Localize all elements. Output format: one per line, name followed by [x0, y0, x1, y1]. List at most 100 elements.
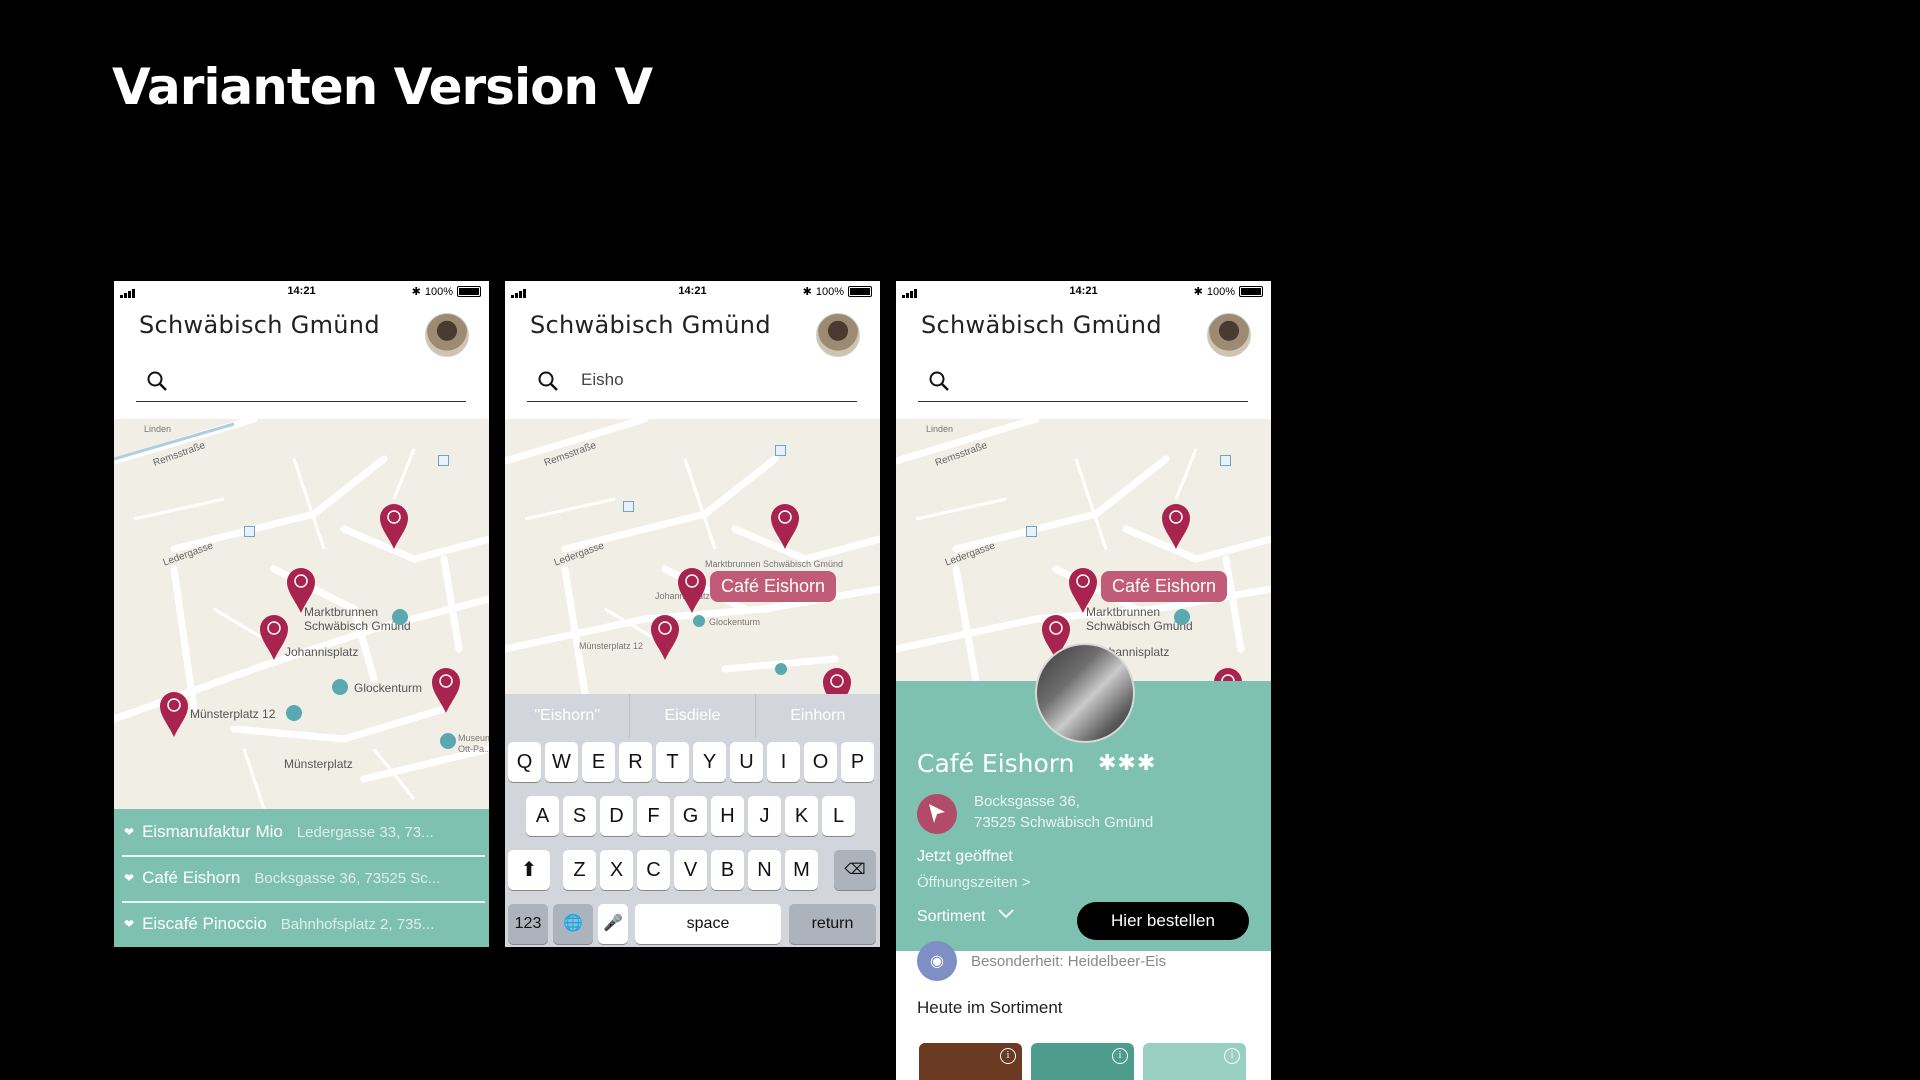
place-label: Glockenturm	[354, 681, 423, 695]
ice-cream-icon: ◉	[917, 941, 957, 981]
key[interactable]: V	[674, 850, 707, 890]
map-pin-icon[interactable]	[378, 502, 410, 550]
suggestion[interactable]: Eisdiele	[629, 694, 754, 738]
search-input[interactable]	[579, 369, 843, 391]
map-pin-icon[interactable]	[649, 613, 681, 661]
backspace-key[interactable]: ⌫	[834, 850, 876, 890]
fountain-icon	[392, 609, 408, 625]
map-pin-icon[interactable]	[769, 502, 801, 550]
key[interactable]: T	[656, 742, 689, 782]
map-view[interactable]: Remsstraße Ledergasse Marktbrunnen Schwä…	[505, 419, 880, 694]
avatar[interactable]	[425, 313, 469, 357]
globe-key[interactable]: 🌐	[553, 904, 593, 944]
search-icon	[538, 371, 558, 391]
key[interactable]: F	[637, 796, 670, 836]
key[interactable]: H	[711, 796, 744, 836]
key[interactable]: R	[619, 742, 652, 782]
key[interactable]: A	[526, 796, 559, 836]
key[interactable]: X	[600, 850, 633, 890]
place-callout[interactable]: Café Eishorn	[1101, 571, 1228, 602]
map-pin-icon[interactable]	[285, 566, 317, 614]
key[interactable]: M	[785, 850, 818, 890]
avatar[interactable]	[1207, 313, 1251, 357]
list-item[interactable]: ❤ Eismanufaktur Mio Ledergasse 33, 73...	[114, 809, 489, 855]
search-bar[interactable]	[527, 361, 857, 402]
numbers-key[interactable]: 123	[508, 904, 548, 944]
place-callout[interactable]: Café Eishorn	[710, 571, 837, 602]
key[interactable]: B	[711, 850, 744, 890]
order-button[interactable]: Hier bestellen	[1077, 902, 1249, 940]
map-view[interactable]: Remsstraße Ledergasse Linden Marktbrunne…	[896, 419, 1271, 681]
key[interactable]: I	[767, 742, 800, 782]
place-label: Marktbrunnen Schwäbisch Gmünd	[705, 559, 844, 569]
address-line: 73525 Schwäbisch Gmünd	[974, 814, 1154, 831]
key[interactable]: S	[563, 796, 596, 836]
search-icon	[929, 371, 949, 391]
info-icon[interactable]: i	[1112, 1048, 1128, 1064]
key[interactable]: W	[545, 742, 578, 782]
product-tile[interactable]: i	[1143, 1043, 1246, 1080]
result-address: Ledergasse 33, 73...	[296, 823, 434, 841]
suggestion[interactable]: Einhorn	[754, 694, 880, 738]
key[interactable]: L	[822, 796, 855, 836]
suggestion[interactable]: "Eishorn"	[505, 694, 629, 738]
key[interactable]: O	[804, 742, 837, 782]
address-line: Bocksgasse 36,	[974, 793, 1080, 810]
navigate-button[interactable]	[917, 794, 957, 834]
search-input[interactable]	[970, 369, 1234, 391]
key[interactable]: Y	[693, 742, 726, 782]
map-pin-icon[interactable]	[158, 690, 190, 738]
place-label: Museum Ott-Pa...	[458, 733, 489, 754]
product-tile[interactable]: i	[919, 1043, 1022, 1080]
key[interactable]: P	[841, 742, 874, 782]
map-view[interactable]: Remsstraße Ledergasse Linden Marktbrunne…	[114, 419, 489, 809]
battery-percent: 100%	[424, 285, 453, 298]
map-pin-icon[interactable]	[1212, 666, 1244, 681]
keyboard: Q W E R T Y U I O P A S D F G H J K L ⬆ …	[505, 738, 880, 947]
info-icon[interactable]: i	[1224, 1048, 1240, 1064]
key[interactable]: D	[600, 796, 633, 836]
phone-place-detail: 14:21 ✱ 100% Schwäbisch Gmünd Remsstraße …	[896, 281, 1271, 1080]
map-pin-icon[interactable]	[821, 666, 853, 694]
product-tile[interactable]: i	[1031, 1043, 1134, 1080]
search-input[interactable]	[188, 369, 452, 391]
place-label: Münsterplatz 12	[579, 641, 644, 651]
map-pin-icon[interactable]	[676, 566, 708, 614]
key[interactable]: C	[637, 850, 670, 890]
key[interactable]: Z	[563, 850, 596, 890]
map-pin-icon[interactable]	[258, 613, 290, 661]
shift-key[interactable]: ⬆	[508, 850, 550, 890]
space-key[interactable]: space	[635, 904, 781, 944]
result-list: ❤ Eismanufaktur Mio Ledergasse 33, 73...…	[114, 809, 489, 947]
key[interactable]: N	[748, 850, 781, 890]
autocomplete-bar: "Eishorn" Eisdiele Einhorn	[505, 694, 880, 738]
list-item[interactable]: ❤ Eiscafé Pinoccio Bahnhofsplatz 2, 735.…	[114, 901, 489, 947]
rating-stars: ✱✱✱	[1098, 751, 1157, 776]
map-pin-icon[interactable]	[1160, 502, 1192, 550]
key[interactable]: Q	[508, 742, 541, 782]
search-bar[interactable]	[136, 361, 466, 402]
key[interactable]: E	[582, 742, 615, 782]
landmark-icon	[693, 615, 705, 627]
range-dropdown[interactable]: Sortiment	[917, 908, 1014, 926]
map-pin-icon[interactable]	[1067, 566, 1099, 614]
key[interactable]: U	[730, 742, 763, 782]
info-icon[interactable]: i	[1000, 1048, 1016, 1064]
heart-icon[interactable]: ❤	[124, 917, 134, 931]
parking-icon	[438, 455, 449, 466]
phone-search-keyboard: 14:21 ✱100% Schwäbisch Gmünd Remsstraße …	[505, 281, 880, 947]
key[interactable]: G	[674, 796, 707, 836]
search-bar[interactable]	[918, 361, 1248, 402]
key[interactable]: J	[748, 796, 781, 836]
return-key[interactable]: return	[789, 904, 876, 944]
heart-icon[interactable]: ❤	[124, 825, 134, 839]
place-detail-sheet: Café Eishorn ✱✱✱ Bocksgasse 36, 73525 Sc…	[896, 643, 1271, 951]
map-pin-icon[interactable]	[430, 666, 462, 714]
opening-hours-link[interactable]: Öffnungszeiten >	[917, 874, 1031, 891]
avatar[interactable]	[816, 313, 860, 357]
list-item[interactable]: ❤ Café Eishorn Bocksgasse 36, 73525 Sc..…	[114, 855, 489, 901]
heart-icon[interactable]: ❤	[124, 871, 134, 885]
status-bar: 14:21 ✱ 100%	[114, 281, 489, 301]
dictation-key[interactable]: 🎤	[598, 904, 628, 944]
key[interactable]: K	[785, 796, 818, 836]
